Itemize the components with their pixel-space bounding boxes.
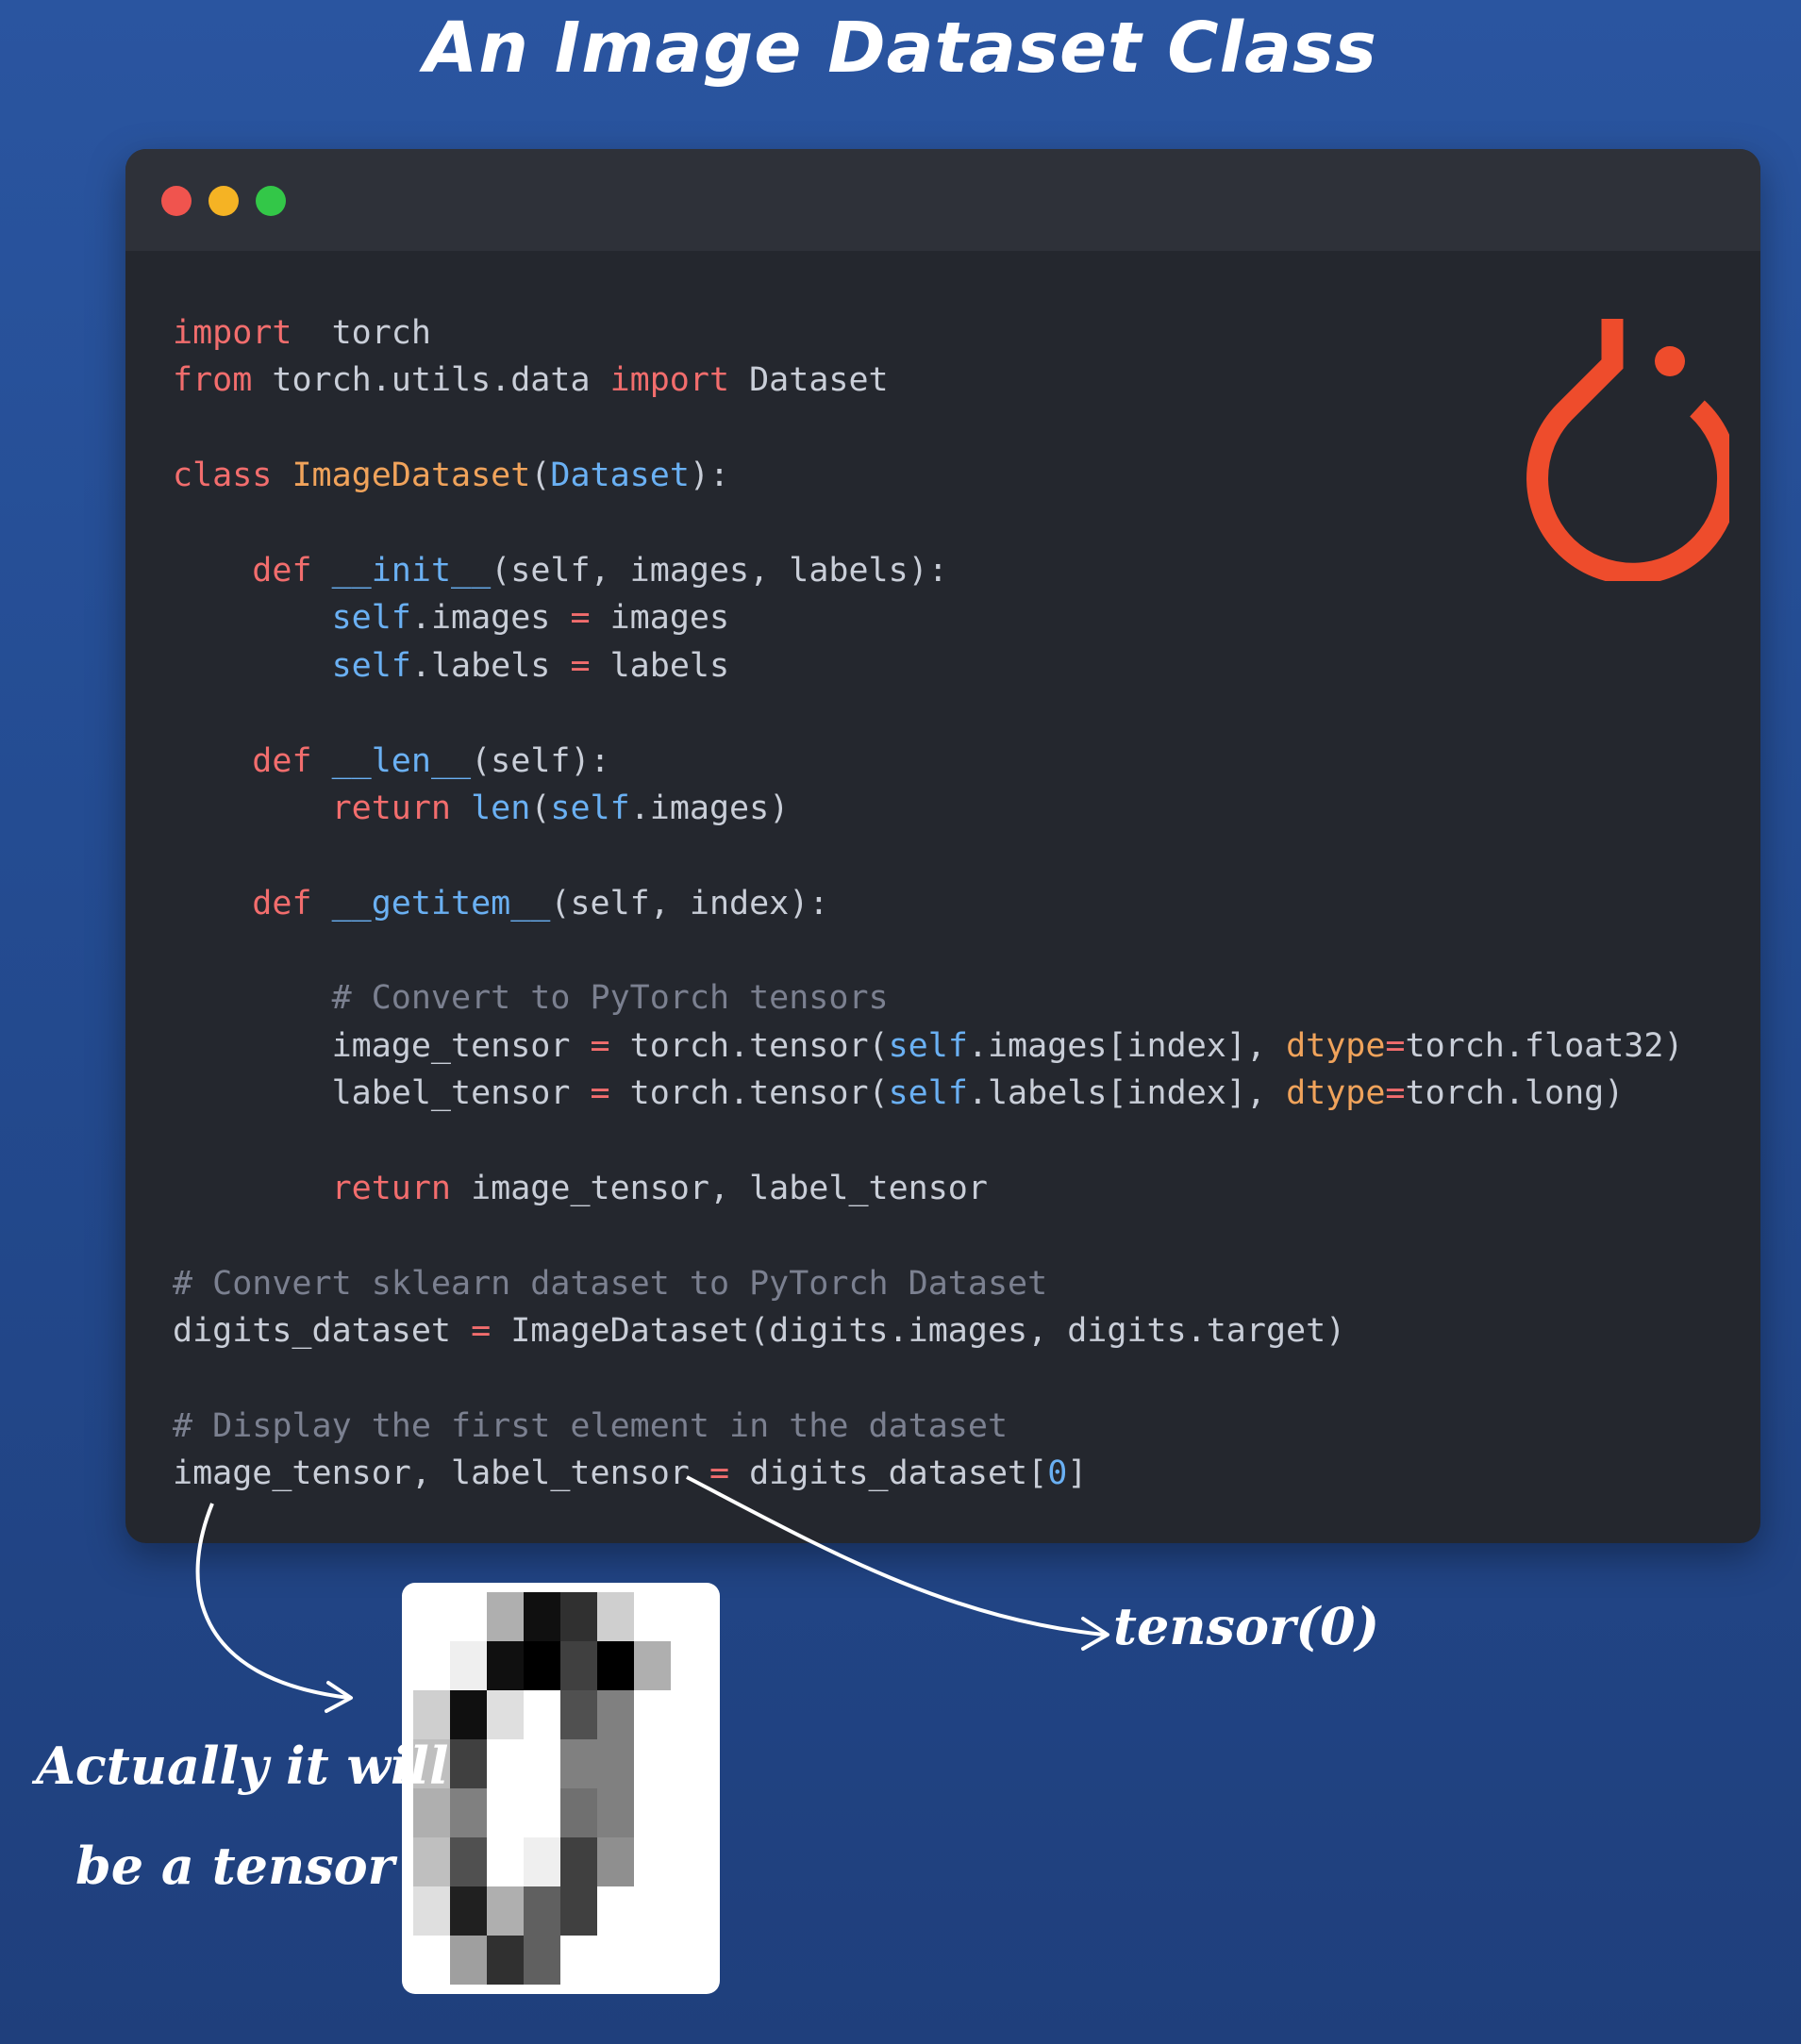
note-line-1: Actually it will (36, 1736, 449, 1796)
arrow-to-tensor-icon (686, 1475, 1105, 1637)
arrow-to-digit-icon (195, 1503, 350, 1700)
note-line-2: be a tensor (75, 1836, 395, 1896)
tensor-output-label: tensor(0) (1113, 1596, 1380, 1656)
